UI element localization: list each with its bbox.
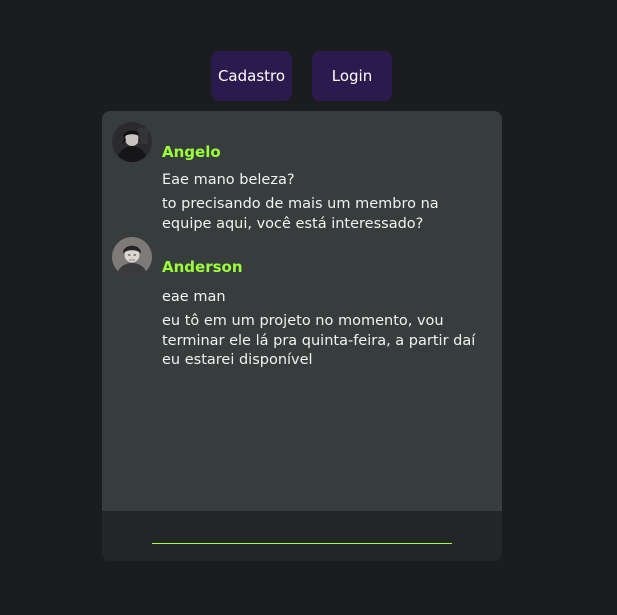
message-text: eu tô em um projeto no momento, vou term…: [162, 313, 476, 368]
message-composer: [102, 511, 502, 561]
login-button[interactable]: Login: [312, 51, 392, 101]
message-input[interactable]: [152, 525, 452, 544]
avatar-icon: [112, 122, 152, 162]
chat-panel: Angelo Eae mano beleza? to precisando de…: [102, 111, 502, 561]
message-list: Angelo Eae mano beleza? to precisando de…: [102, 111, 502, 511]
top-navigation: Cadastro Login: [0, 51, 617, 101]
message-text: Eae mano beleza?: [162, 172, 295, 188]
avatar: [112, 237, 152, 277]
avatar: [112, 122, 152, 162]
message-text: to precisando de mais um membro na equip…: [162, 196, 439, 232]
message-author: Angelo: [162, 143, 221, 161]
avatar-icon: [112, 237, 152, 277]
message-author: Anderson: [162, 258, 243, 276]
cadastro-button[interactable]: Cadastro: [211, 51, 292, 101]
message-text: eae man: [162, 289, 226, 305]
